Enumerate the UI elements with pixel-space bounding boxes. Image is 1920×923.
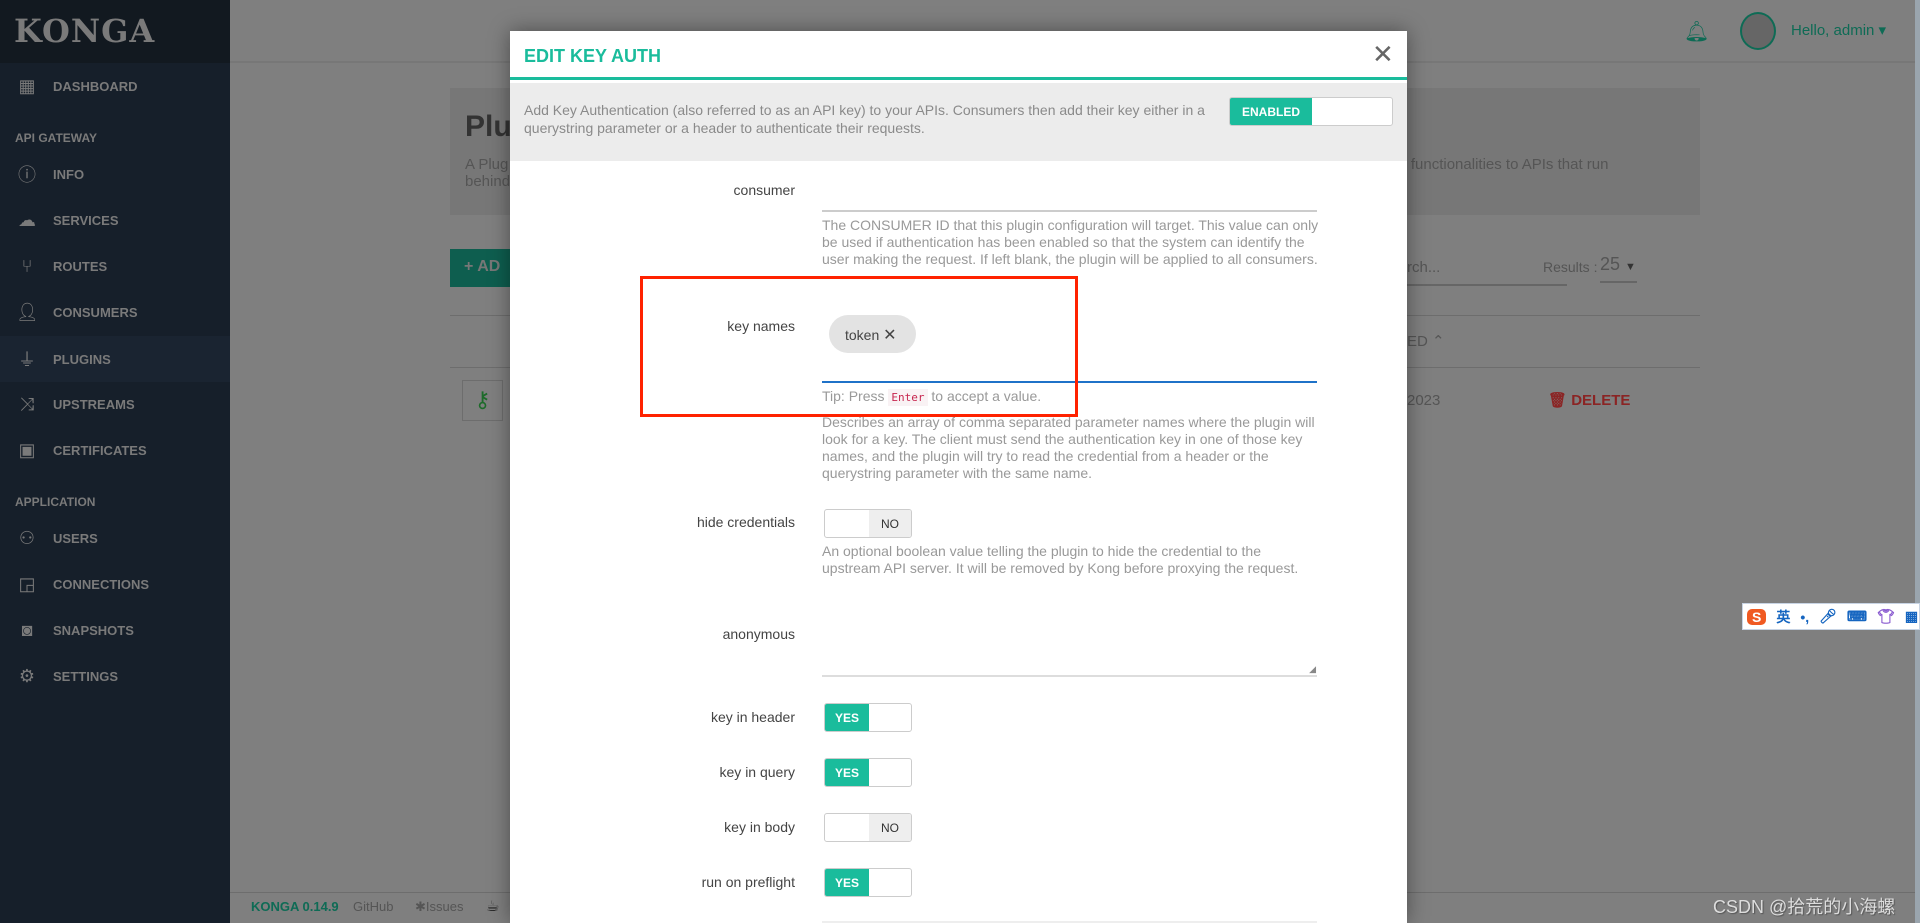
footer-github-link[interactable]: GitHub [353, 899, 393, 914]
key-in-query-toggle[interactable]: YES [824, 758, 912, 787]
sidebar-item-settings[interactable]: ⚙ SETTINGS [0, 653, 230, 699]
ime-language-toggle[interactable]: 英 [1776, 607, 1790, 627]
sidebar: KONGA ▦ DASHBOARD API GATEWAY ⓘ INFO ☁ SERV… [0, 0, 230, 923]
enabled-toggle[interactable]: ENABLED [1229, 97, 1393, 126]
sidebar-item-snapshots[interactable]: ◙ SNAPSHOTS [0, 607, 230, 653]
caret-down-icon: ▾ [1878, 22, 1887, 39]
modal-header: EDIT KEY AUTH ✕ [510, 31, 1407, 80]
user-icon: 👤︎ [16, 301, 39, 322]
info-icon: ⓘ [18, 165, 36, 185]
sidebar-item-plugins[interactable]: ⏚ PLUGINS [0, 336, 230, 382]
key-in-header-toggle[interactable]: YES [824, 703, 912, 732]
modal-description: Add Key Authentication (also referred to… [510, 83, 1407, 161]
key-icon: ⚷ [462, 380, 503, 421]
certificate-icon: ▣ [18, 439, 36, 460]
close-icon[interactable]: ✕ [1372, 39, 1394, 70]
microphone-icon: 🎤︎ [1819, 608, 1837, 624]
results-select[interactable]: 25 ▼ [1600, 254, 1637, 283]
hide-credentials-label: hide credentials [696, 514, 795, 530]
sidebar-item-services[interactable]: ☁ SERVICES [0, 197, 230, 243]
results-label: Results : [1543, 259, 1598, 275]
sidebar-item-upstreams[interactable]: ⤨ UPSTREAMS [0, 381, 230, 427]
page-title: Plu [465, 110, 512, 143]
users-icon: ⚇ [18, 527, 36, 548]
hide-credentials-help: An optional boolean value telling the pl… [822, 543, 1299, 576]
keyboard-icon: ⌨ [1846, 608, 1868, 624]
anonymous-textarea[interactable]: ◢ [822, 631, 1317, 677]
sidebar-item-connections[interactable]: ◲ CONNECTIONS [0, 561, 230, 607]
page-desc: A Plug behind [465, 156, 511, 190]
csdn-watermark: CSDN @拾荒的小海螺 [1713, 897, 1896, 917]
caret-down-icon: ▼ [1625, 261, 1636, 273]
sidebar-item-dashboard[interactable]: ▦ DASHBOARD [0, 63, 230, 109]
modal-title: EDIT KEY AUTH [524, 46, 662, 66]
footer-issues-link[interactable]: ✱Issues [415, 899, 463, 915]
bell-icon[interactable]: 🔔︎ [1684, 19, 1709, 44]
sidebar-item-info[interactable]: ⓘ INFO [0, 151, 230, 197]
key-in-body-toggle[interactable]: NO [824, 813, 912, 842]
consumer-label: consumer [733, 182, 795, 198]
bug-icon: ✱ [415, 899, 426, 914]
sidebar-item-routes[interactable]: ⑂ ROUTES [0, 243, 230, 289]
routes-icon: ⑂ [21, 255, 33, 276]
sidebar-item-consumers[interactable]: 👤︎ CONSUMERS [0, 289, 230, 335]
consumer-input[interactable] [822, 210, 1317, 212]
skin-icon: 👕︎ [1877, 608, 1895, 624]
apps-icon: ▦ [1904, 608, 1919, 624]
coffee-icon[interactable]: ☕︎ [486, 897, 499, 915]
row-date: 2023 [1407, 392, 1441, 409]
cast-icon: ◲ [18, 573, 36, 594]
camera-icon: ◙ [21, 619, 33, 640]
sidebar-item-certificates[interactable]: ▣ CERTIFICATES [0, 427, 230, 473]
edit-key-auth-modal: EDIT KEY AUTH ✕ Add Key Authentication (… [510, 31, 1407, 923]
page-desc-right: dd functionalities to APIs that run [1390, 156, 1609, 173]
section-application: APPLICATION [15, 495, 96, 509]
sort-column-header[interactable]: ED ⌃ [1407, 332, 1445, 350]
scrollbar[interactable] [1915, 0, 1920, 923]
konga-logo[interactable]: KONGA [0, 0, 230, 63]
cloud-icon: ☁ [18, 209, 36, 230]
anonymous-label: anonymous [722, 626, 795, 642]
sogou-logo-icon: S [1747, 608, 1767, 625]
ime-toolbar[interactable]: S 英 •, 🎤︎ ⌨ 👕︎ ▦ [1742, 603, 1920, 630]
avatar[interactable] [1740, 12, 1776, 50]
chevron-up-icon: ⌃ [1432, 333, 1445, 350]
run-on-preflight-label: run on preflight [701, 874, 795, 890]
gear-icon: ⚙ [18, 665, 36, 686]
dashboard-icon: ▦ [18, 75, 36, 96]
footer-version: KONGA 0.14.9 [251, 899, 339, 914]
delete-button[interactable]: 🗑︎ DELETE [1548, 391, 1630, 409]
resize-handle-icon: ◢ [1309, 664, 1316, 674]
trash-icon: 🗑︎ [1548, 392, 1568, 409]
consumer-help: The CONSUMER ID that this plugin configu… [822, 217, 1319, 267]
key-in-query-label: key in query [719, 764, 795, 780]
highlight-annotation-box [640, 276, 1078, 417]
shuffle-icon: ⤨ [19, 393, 35, 414]
section-api-gateway: API GATEWAY [15, 131, 98, 145]
key-names-help: Describes an array of comma separated pa… [822, 414, 1315, 481]
user-menu[interactable]: Hello, admin ▾ [1791, 21, 1886, 39]
hide-credentials-toggle[interactable]: NO [824, 509, 912, 538]
run-on-preflight-toggle[interactable]: YES [824, 868, 912, 897]
plug-icon: ⏚ [18, 350, 36, 370]
key-in-header-label: key in header [710, 709, 795, 725]
sidebar-item-users[interactable]: ⚇ USERS [0, 515, 230, 561]
punctuation-icon: •, [1800, 608, 1810, 625]
key-in-body-label: key in body [724, 819, 795, 835]
